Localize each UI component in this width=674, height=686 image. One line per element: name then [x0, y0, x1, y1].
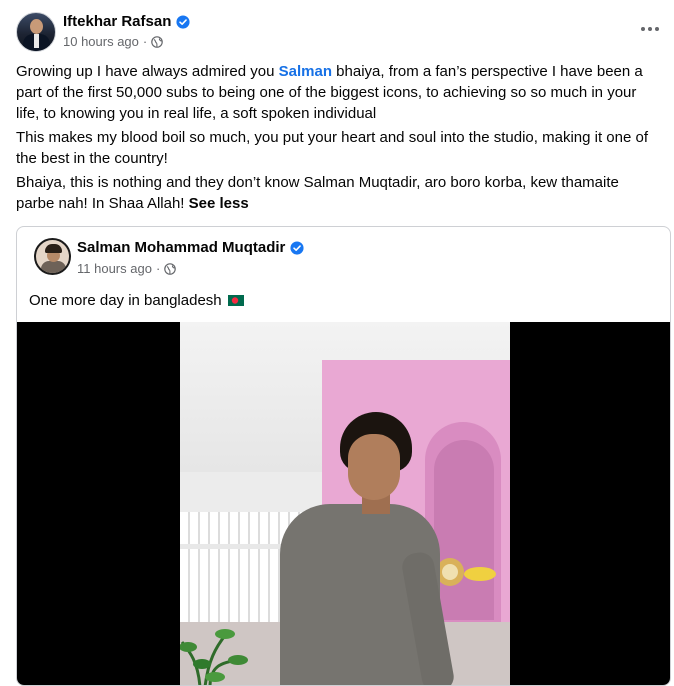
meta-separator: · — [142, 34, 148, 49]
globe-icon[interactable] — [164, 262, 177, 275]
video-arch-inner — [434, 440, 494, 620]
shared-post-text: One more day in bangladesh — [29, 292, 222, 309]
video-person-face — [348, 434, 400, 500]
post-paragraph-2: This makes my blood boil so much, you pu… — [16, 129, 649, 167]
bangladesh-flag-icon — [227, 295, 244, 306]
mention-link[interactable]: Salman — [279, 63, 332, 80]
shared-post-timestamp[interactable]: 11 hours ago — [77, 261, 152, 276]
author-avatar[interactable] — [16, 12, 56, 52]
globe-icon[interactable] — [151, 35, 164, 48]
shared-author-avatar[interactable] — [34, 238, 71, 275]
video-decor-plate — [436, 558, 496, 586]
post-paragraph-3: Bhaiya, this is nothing and they don’t k… — [16, 172, 650, 214]
meta-separator: · — [155, 261, 161, 276]
paragraph-text: Bhaiya, this is nothing and they don’t k… — [16, 174, 619, 212]
more-options-icon — [641, 27, 645, 31]
avatar-face — [30, 19, 43, 34]
shared-author-name[interactable]: Salman Mohammad Muqtadir — [77, 239, 285, 256]
verified-badge-icon — [290, 240, 304, 255]
more-options-icon — [655, 27, 659, 31]
post-author-row: Iftekhar Rafsan — [63, 13, 190, 30]
video-plant — [180, 629, 248, 685]
video-player[interactable] — [17, 322, 670, 685]
facebook-post: Iftekhar Rafsan 10 hours ago · Growing u… — [0, 0, 674, 686]
more-options-button[interactable] — [638, 17, 662, 41]
shared-post-text-row: One more day in bangladesh — [29, 292, 244, 309]
post-meta: 10 hours ago · — [63, 34, 164, 49]
avatar-shirt — [34, 34, 39, 48]
post-author-name[interactable]: Iftekhar Rafsan — [63, 13, 171, 30]
avatar-body — [41, 261, 66, 273]
avatar-hair — [45, 244, 62, 253]
post-timestamp[interactable]: 10 hours ago — [63, 34, 139, 49]
shared-post-card[interactable]: Salman Mohammad Muqtadir 11 hours ago · … — [16, 226, 671, 686]
post-paragraph-1: Growing up I have always admired you Sal… — [16, 61, 650, 124]
shared-post-meta: 11 hours ago · — [77, 261, 177, 276]
verified-badge-icon — [176, 14, 190, 29]
more-options-icon — [648, 27, 652, 31]
video-frame — [180, 322, 510, 685]
shared-author-row: Salman Mohammad Muqtadir — [77, 239, 304, 256]
paragraph-text: Growing up I have always admired you — [16, 63, 279, 80]
see-less-link[interactable]: See less — [189, 195, 249, 212]
